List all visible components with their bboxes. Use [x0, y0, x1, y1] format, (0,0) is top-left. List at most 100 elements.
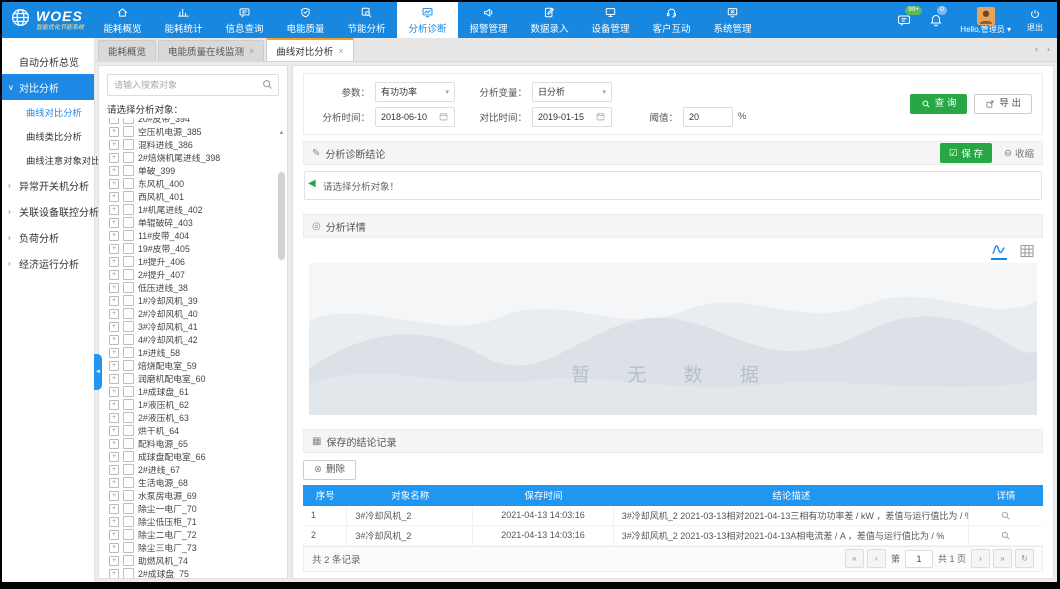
- tree-item[interactable]: +单破_399: [109, 164, 275, 177]
- checkbox[interactable]: [123, 373, 134, 384]
- checkbox[interactable]: [123, 425, 134, 436]
- checkbox[interactable]: [123, 555, 134, 566]
- tree-item[interactable]: +11#皮带_404: [109, 229, 275, 242]
- tree-item[interactable]: +焙烧配电室_59: [109, 359, 275, 372]
- nav-item-shield[interactable]: 电能质量: [275, 2, 336, 38]
- threshold-input[interactable]: [683, 107, 733, 127]
- tree-item[interactable]: +2#成球盘_75: [109, 567, 275, 578]
- logout-button[interactable]: 退出: [1027, 8, 1043, 32]
- tree-item[interactable]: +2#冷却风机_40: [109, 307, 275, 320]
- expand-icon[interactable]: +: [109, 218, 119, 228]
- last-page-button[interactable]: »: [993, 549, 1012, 568]
- expand-icon[interactable]: +: [109, 335, 119, 345]
- expand-icon[interactable]: +: [109, 192, 119, 202]
- checkbox[interactable]: [123, 178, 134, 189]
- checkbox[interactable]: [123, 490, 134, 501]
- tree-item[interactable]: +4#冷却风机_42: [109, 333, 275, 346]
- sidebar-group[interactable]: ›经济运行分析: [2, 250, 94, 276]
- checkbox[interactable]: [123, 529, 134, 540]
- expand-icon[interactable]: +: [109, 296, 119, 306]
- nav-item-stats[interactable]: 能耗统计: [153, 2, 214, 38]
- tree-item[interactable]: +除尘低压柜_71: [109, 515, 275, 528]
- expand-icon[interactable]: +: [109, 465, 119, 475]
- checkbox[interactable]: [123, 295, 134, 306]
- tree-item[interactable]: +1#液压机_62: [109, 398, 275, 411]
- tree-item[interactable]: +西风机_401: [109, 190, 275, 203]
- tree-item[interactable]: +1#提升_406: [109, 255, 275, 268]
- search-icon[interactable]: [261, 78, 274, 91]
- tree-item[interactable]: +烘干机_64: [109, 424, 275, 437]
- checkbox[interactable]: [123, 321, 134, 332]
- checkbox[interactable]: [123, 451, 134, 462]
- tree-item[interactable]: +单辊破碎_403: [109, 216, 275, 229]
- checkbox[interactable]: [123, 165, 134, 176]
- query-button[interactable]: 查 询: [910, 94, 968, 114]
- tab-scroll-left-icon[interactable]: ‹: [1035, 44, 1038, 54]
- save-button[interactable]: ☑ 保 存: [940, 143, 992, 163]
- sidebar-subitem[interactable]: 曲线类比分析: [2, 124, 94, 148]
- expand-icon[interactable]: +: [109, 283, 119, 293]
- tree-item[interactable]: +2#提升_407: [109, 268, 275, 281]
- expand-icon[interactable]: +: [109, 127, 119, 137]
- tree-item[interactable]: +生活电源_68: [109, 476, 275, 489]
- first-page-button[interactable]: «: [845, 549, 864, 568]
- checkbox[interactable]: [123, 217, 134, 228]
- tab[interactable]: 电能质量在线监测×: [158, 40, 264, 61]
- nav-item-analysis[interactable]: 节能分析: [336, 2, 397, 38]
- checkbox[interactable]: [123, 516, 134, 527]
- tree-item[interactable]: +3#冷却风机_41: [109, 320, 275, 333]
- table-row[interactable]: 13#冷却风机_22021-04-13 14:03:163#冷却风机_2 202…: [303, 506, 1043, 526]
- sidebar-group[interactable]: ∨对比分析: [2, 74, 94, 100]
- expand-icon[interactable]: +: [109, 205, 119, 215]
- expand-icon[interactable]: +: [109, 179, 119, 189]
- tab[interactable]: 曲线对比分析×: [266, 38, 353, 61]
- tree-item[interactable]: +1#机尾进线_402: [109, 203, 275, 216]
- expand-icon[interactable]: +: [109, 452, 119, 462]
- tree-item[interactable]: +1#进线_58: [109, 346, 275, 359]
- nav-item-system[interactable]: 系统管理: [702, 2, 763, 38]
- expand-icon[interactable]: +: [109, 348, 119, 358]
- refresh-icon[interactable]: ↻: [1015, 549, 1034, 568]
- expand-icon[interactable]: +: [109, 244, 119, 254]
- tab[interactable]: 能耗概览: [98, 40, 156, 61]
- page-number-input[interactable]: [905, 550, 933, 568]
- checkbox[interactable]: [123, 386, 134, 397]
- search-input[interactable]: [107, 74, 279, 96]
- nav-item-alarm[interactable]: 报警管理: [458, 2, 519, 38]
- tree-item[interactable]: +低压进线_38: [109, 281, 275, 294]
- expand-icon[interactable]: +: [109, 413, 119, 423]
- tree-item[interactable]: +空压机电源_385: [109, 125, 275, 138]
- checkbox[interactable]: [123, 256, 134, 267]
- expand-icon[interactable]: +: [109, 400, 119, 410]
- sidebar-subitem[interactable]: 曲线注意对象对比: [2, 148, 94, 172]
- expand-icon[interactable]: +: [109, 478, 119, 488]
- expand-icon[interactable]: +: [109, 374, 119, 384]
- tree-item[interactable]: +2#液压机_63: [109, 411, 275, 424]
- messages-icon[interactable]: 99+: [896, 12, 912, 28]
- sidebar-group[interactable]: ›负荷分析: [2, 224, 94, 250]
- nav-item-customer[interactable]: 客户互动: [641, 2, 702, 38]
- checkbox[interactable]: [123, 347, 134, 358]
- panel-collapse-handle[interactable]: ◄: [94, 354, 102, 390]
- tree-item[interactable]: +成球盘配电室_66: [109, 450, 275, 463]
- nav-item-diagnose[interactable]: 分析诊断: [397, 2, 458, 38]
- close-icon[interactable]: ×: [249, 46, 254, 56]
- tree-item[interactable]: +东风机_400: [109, 177, 275, 190]
- tree-item[interactable]: +20#皮带_394: [109, 118, 275, 125]
- expand-icon[interactable]: +: [109, 140, 119, 150]
- close-icon[interactable]: ×: [338, 46, 343, 56]
- param-select[interactable]: 有功功率▾: [375, 82, 455, 102]
- expand-icon[interactable]: +: [109, 309, 119, 319]
- expand-icon[interactable]: +: [109, 426, 119, 436]
- expand-icon[interactable]: +: [109, 153, 119, 163]
- checkbox[interactable]: [123, 399, 134, 410]
- expand-icon[interactable]: +: [109, 322, 119, 332]
- checkbox[interactable]: [123, 204, 134, 215]
- nav-item-device[interactable]: 设备管理: [580, 2, 641, 38]
- nav-item-message[interactable]: 信息查询: [214, 2, 275, 38]
- next-page-button[interactable]: ›: [971, 549, 990, 568]
- export-button[interactable]: 导 出: [974, 94, 1032, 114]
- checkbox[interactable]: [123, 477, 134, 488]
- expand-icon[interactable]: +: [109, 530, 119, 540]
- expand-icon[interactable]: +: [109, 118, 119, 124]
